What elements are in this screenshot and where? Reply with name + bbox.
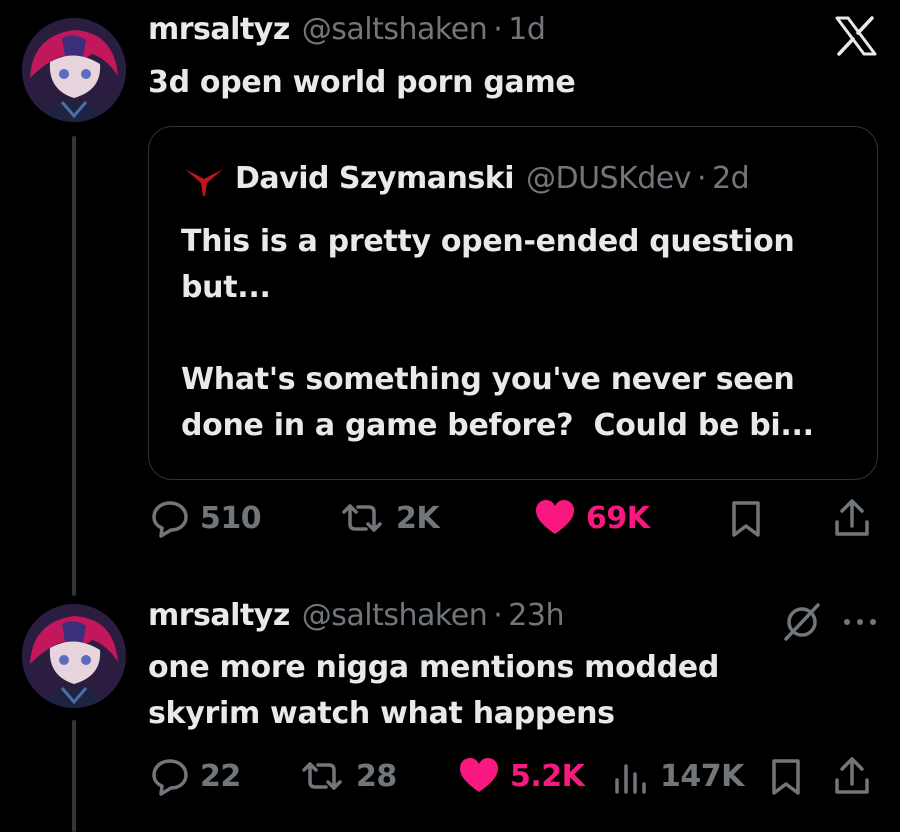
- post-actions: 510 2K 69K: [0, 498, 900, 542]
- grok-icon[interactable]: [780, 602, 824, 642]
- separator: ·: [493, 598, 503, 633]
- heart-icon: [460, 758, 498, 792]
- display-name[interactable]: mrsaltyz: [148, 598, 290, 633]
- bookmark-icon: [732, 501, 760, 537]
- repost-button[interactable]: 2K: [338, 498, 440, 538]
- bookmark-button[interactable]: [770, 758, 802, 796]
- reply-button[interactable]: 510: [150, 498, 262, 538]
- more-icon[interactable]: [842, 616, 878, 628]
- reply-button[interactable]: 22: [150, 756, 241, 796]
- like-button[interactable]: 5.2K: [458, 756, 585, 796]
- x-logo-icon[interactable]: [834, 16, 878, 56]
- reply-count: 22: [200, 758, 241, 794]
- bookmark-button[interactable]: [730, 500, 762, 538]
- repost-button[interactable]: 28: [298, 756, 397, 796]
- like-count: 69K: [586, 500, 650, 536]
- reply-count: 510: [200, 500, 262, 536]
- repost-count: 2K: [396, 500, 440, 536]
- post-thread: mrsaltyz @saltshaken · 1d 3d open world …: [0, 0, 900, 832]
- share-icon: [835, 757, 869, 794]
- handle[interactable]: @saltshaken: [302, 12, 488, 47]
- dusk-logo-icon: [185, 169, 223, 196]
- like-button[interactable]: 69K: [534, 498, 650, 538]
- avatar[interactable]: [22, 604, 126, 708]
- reply-icon: [152, 759, 188, 796]
- quoted-handle[interactable]: @DUSKdev: [526, 161, 692, 196]
- quoted-post-text: This is a pretty open-ended question but…: [181, 224, 814, 443]
- views-icon: [615, 764, 646, 794]
- timestamp[interactable]: 23h: [508, 598, 564, 633]
- quoted-post-header: David Szymanski @DUSKdev · 2d: [235, 161, 750, 196]
- share-button[interactable]: [832, 756, 872, 796]
- share-button[interactable]: [832, 498, 872, 538]
- quoted-display-name[interactable]: David Szymanski: [235, 161, 514, 196]
- views-button[interactable]: 147K: [612, 756, 744, 796]
- repost-icon: [302, 762, 342, 790]
- post-header: mrsaltyz @saltshaken · 23h: [148, 598, 564, 633]
- separator: ·: [697, 161, 707, 196]
- bookmark-icon: [772, 759, 800, 795]
- handle[interactable]: @saltshaken: [302, 598, 488, 633]
- quoted-post[interactable]: David Szymanski @DUSKdev · 2d This is a …: [148, 126, 878, 480]
- heart-icon: [536, 500, 574, 534]
- post-header: mrsaltyz @saltshaken · 1d: [148, 12, 546, 47]
- views-count: 147K: [660, 758, 744, 794]
- separator: ·: [493, 12, 503, 47]
- reply-icon: [152, 501, 188, 538]
- share-icon: [835, 499, 869, 536]
- avatar[interactable]: [22, 18, 126, 122]
- timestamp[interactable]: 1d: [508, 12, 546, 47]
- display-name[interactable]: mrsaltyz: [148, 12, 290, 47]
- post-actions: 22 28 5.2K 147K: [0, 756, 900, 800]
- repost-icon: [342, 504, 382, 532]
- quoted-timestamp[interactable]: 2d: [712, 161, 750, 196]
- like-count: 5.2K: [510, 758, 585, 794]
- post-text: 3d open world porn game: [148, 65, 576, 100]
- post-text: one more nigga mentions modded skyrim wa…: [148, 650, 719, 731]
- repost-count: 28: [356, 758, 397, 794]
